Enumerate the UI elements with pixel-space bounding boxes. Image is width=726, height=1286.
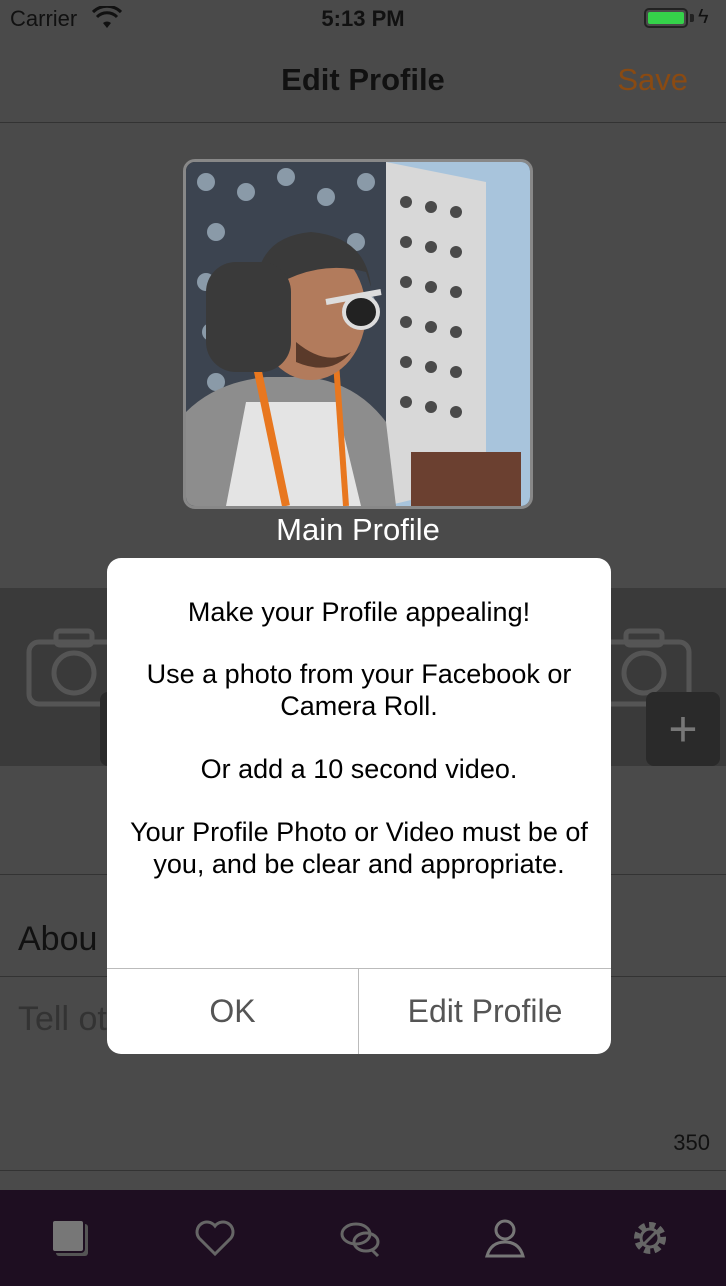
- ok-button[interactable]: OK: [107, 969, 358, 1054]
- profile-photo[interactable]: [183, 159, 533, 509]
- person-icon: [485, 1219, 525, 1258]
- char-count: 350: [673, 1130, 710, 1155]
- alert-line: Use a photo from your Facebook or Camera…: [146, 659, 572, 721]
- tab-bar: [0, 1190, 726, 1286]
- profile-tips-alert: Make your Profile appealing! Use a photo…: [107, 558, 611, 1054]
- alert-line: Or add a 10 second video.: [200, 754, 518, 784]
- battery-icon: [644, 8, 688, 28]
- tab-likes[interactable]: [163, 1190, 263, 1286]
- tab-stack[interactable]: [18, 1190, 118, 1286]
- alert-line: Your Profile Photo or Video must be of y…: [130, 817, 588, 879]
- chat-icon: [340, 1222, 380, 1258]
- nav-bar: Edit Profile Save: [0, 40, 726, 123]
- heart-icon: [195, 1220, 235, 1257]
- alert-line: Make your Profile appealing!: [187, 597, 531, 627]
- gear-icon: [634, 1222, 666, 1254]
- divider: [0, 1170, 726, 1171]
- plus-icon: +: [668, 701, 698, 757]
- stack-icon: [51, 1219, 88, 1256]
- status-bar: Carrier 5:13 PM ϟ: [0, 0, 726, 40]
- charging-icon: ϟ: [698, 6, 709, 28]
- profile-photo-image: [186, 162, 530, 506]
- save-button[interactable]: Save: [617, 62, 688, 98]
- battery-tip: [690, 14, 694, 22]
- about-label: Abou: [18, 920, 98, 958]
- tab-messages[interactable]: [308, 1190, 408, 1286]
- edit-profile-button[interactable]: Edit Profile: [359, 969, 611, 1054]
- add-media-button[interactable]: +: [646, 692, 720, 766]
- clock: 5:13 PM: [321, 6, 405, 31]
- tab-profile[interactable]: [453, 1190, 553, 1286]
- about-input[interactable]: Tell ot: [18, 1000, 107, 1039]
- tab-settings[interactable]: [598, 1190, 698, 1286]
- main-profile-label: Main Profile: [276, 512, 440, 547]
